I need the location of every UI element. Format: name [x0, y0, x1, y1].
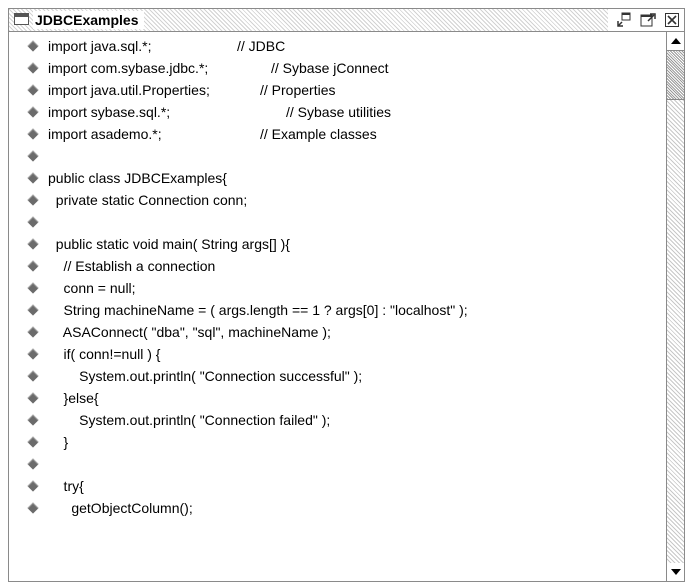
code-line[interactable]: private static Connection conn;	[9, 189, 666, 211]
line-marker-icon[interactable]	[27, 370, 39, 382]
code-text: // Establish a connection	[48, 258, 216, 274]
restore-window-icon[interactable]	[616, 12, 632, 28]
window-title: JDBCExamples	[33, 11, 144, 29]
code-line[interactable]: getObjectColumn();	[9, 497, 666, 519]
line-marker-icon[interactable]	[27, 326, 39, 338]
code-line[interactable]: // Establish a connection	[9, 255, 666, 277]
line-marker-icon[interactable]	[27, 414, 39, 426]
window-controls	[608, 9, 684, 31]
code-text: System.out.println( "Connection failed" …	[48, 412, 331, 428]
line-marker-icon[interactable]	[27, 260, 39, 272]
code-text: public class JDBCExamples{	[48, 170, 227, 186]
code-line[interactable]: String machineName = ( args.length == 1 …	[9, 299, 666, 321]
code-text: String machineName = ( args.length == 1 …	[48, 302, 468, 318]
code-comment: // Example classes	[260, 126, 377, 142]
line-marker-icon[interactable]	[27, 62, 39, 74]
code-text: }	[48, 434, 69, 450]
code-text: }else{	[48, 390, 99, 406]
maximize-window-icon[interactable]	[640, 12, 656, 28]
line-marker-icon[interactable]	[27, 172, 39, 184]
line-marker-icon[interactable]	[27, 436, 39, 448]
code-text: import asademo.*;	[48, 126, 162, 142]
code-text: import java.sql.*;	[48, 38, 152, 54]
code-text: import com.sybase.jdbc.*;	[48, 60, 209, 76]
line-marker-icon[interactable]	[27, 106, 39, 118]
code-line[interactable]: import sybase.sql.*; // Sybase utilities	[9, 101, 666, 123]
jdbc-examples-window: JDBCExamples import java.sql.*; // JDBC …	[8, 8, 685, 582]
code-line[interactable]: import com.sybase.jdbc.*; // Sybase jConn…	[9, 57, 666, 79]
scroll-up-arrow-icon[interactable]	[667, 32, 684, 50]
code-line[interactable]: if( conn!=null ) {	[9, 343, 666, 365]
code-comment: // JDBC	[237, 38, 286, 54]
code-line[interactable]: import java.util.Properties; // Propertie…	[9, 79, 666, 101]
vertical-scrollbar[interactable]	[666, 32, 684, 581]
code-text: System.out.println( "Connection successf…	[48, 368, 363, 384]
code-editor[interactable]: import java.sql.*; // JDBC import com.syba…	[9, 32, 666, 581]
code-line[interactable]: System.out.println( "Connection successf…	[9, 365, 666, 387]
code-comment: // Sybase utilities	[286, 104, 392, 120]
line-marker-icon[interactable]	[27, 40, 39, 52]
code-line[interactable]: import asademo.*; // Example classes	[9, 123, 666, 145]
code-text: getObjectColumn();	[48, 500, 193, 516]
code-line[interactable]: }	[9, 431, 666, 453]
line-marker-icon[interactable]	[27, 282, 39, 294]
code-text: if( conn!=null ) {	[48, 346, 161, 362]
scroll-down-arrow-icon[interactable]	[667, 563, 684, 581]
line-marker-icon[interactable]	[27, 238, 39, 250]
line-marker-icon[interactable]	[27, 84, 39, 96]
code-text: ASAConnect( "dba", "sql", machineName );	[48, 324, 331, 340]
code-line[interactable]: public class JDBCExamples{	[9, 167, 666, 189]
code-text: private static Connection conn;	[48, 192, 248, 208]
line-marker-icon[interactable]	[27, 458, 39, 470]
code-text: try{	[48, 478, 84, 494]
code-line[interactable]	[9, 211, 666, 233]
code-comment: // Sybase jConnect	[271, 60, 389, 76]
line-marker-icon[interactable]	[27, 304, 39, 316]
line-marker-icon[interactable]	[27, 348, 39, 360]
line-marker-icon[interactable]	[27, 216, 39, 228]
line-marker-icon[interactable]	[27, 502, 39, 514]
line-marker-icon[interactable]	[27, 480, 39, 492]
code-line[interactable]: System.out.println( "Connection failed" …	[9, 409, 666, 431]
line-marker-icon[interactable]	[27, 150, 39, 162]
close-window-icon[interactable]	[664, 12, 680, 28]
code-comment: // Properties	[260, 82, 336, 98]
line-marker-icon[interactable]	[27, 392, 39, 404]
code-line[interactable]: public static void main( String args[] )…	[9, 233, 666, 255]
code-line[interactable]	[9, 145, 666, 167]
code-line[interactable]: try{	[9, 475, 666, 497]
code-line[interactable]: ASAConnect( "dba", "sql", machineName );	[9, 321, 666, 343]
code-text: import sybase.sql.*;	[48, 104, 171, 120]
code-text: conn = null;	[48, 280, 136, 296]
code-line[interactable]: import java.sql.*; // JDBC	[9, 35, 666, 57]
line-marker-icon[interactable]	[27, 194, 39, 206]
scroll-thumb[interactable]	[667, 50, 684, 100]
code-line[interactable]: conn = null;	[9, 277, 666, 299]
code-text: public static void main( String args[] )…	[48, 236, 290, 252]
code-text: import java.util.Properties;	[48, 82, 210, 98]
code-line[interactable]	[9, 453, 666, 475]
code-line[interactable]: }else{	[9, 387, 666, 409]
line-marker-icon[interactable]	[27, 128, 39, 140]
window-icon	[14, 13, 29, 25]
title-bar[interactable]: JDBCExamples	[9, 9, 684, 32]
